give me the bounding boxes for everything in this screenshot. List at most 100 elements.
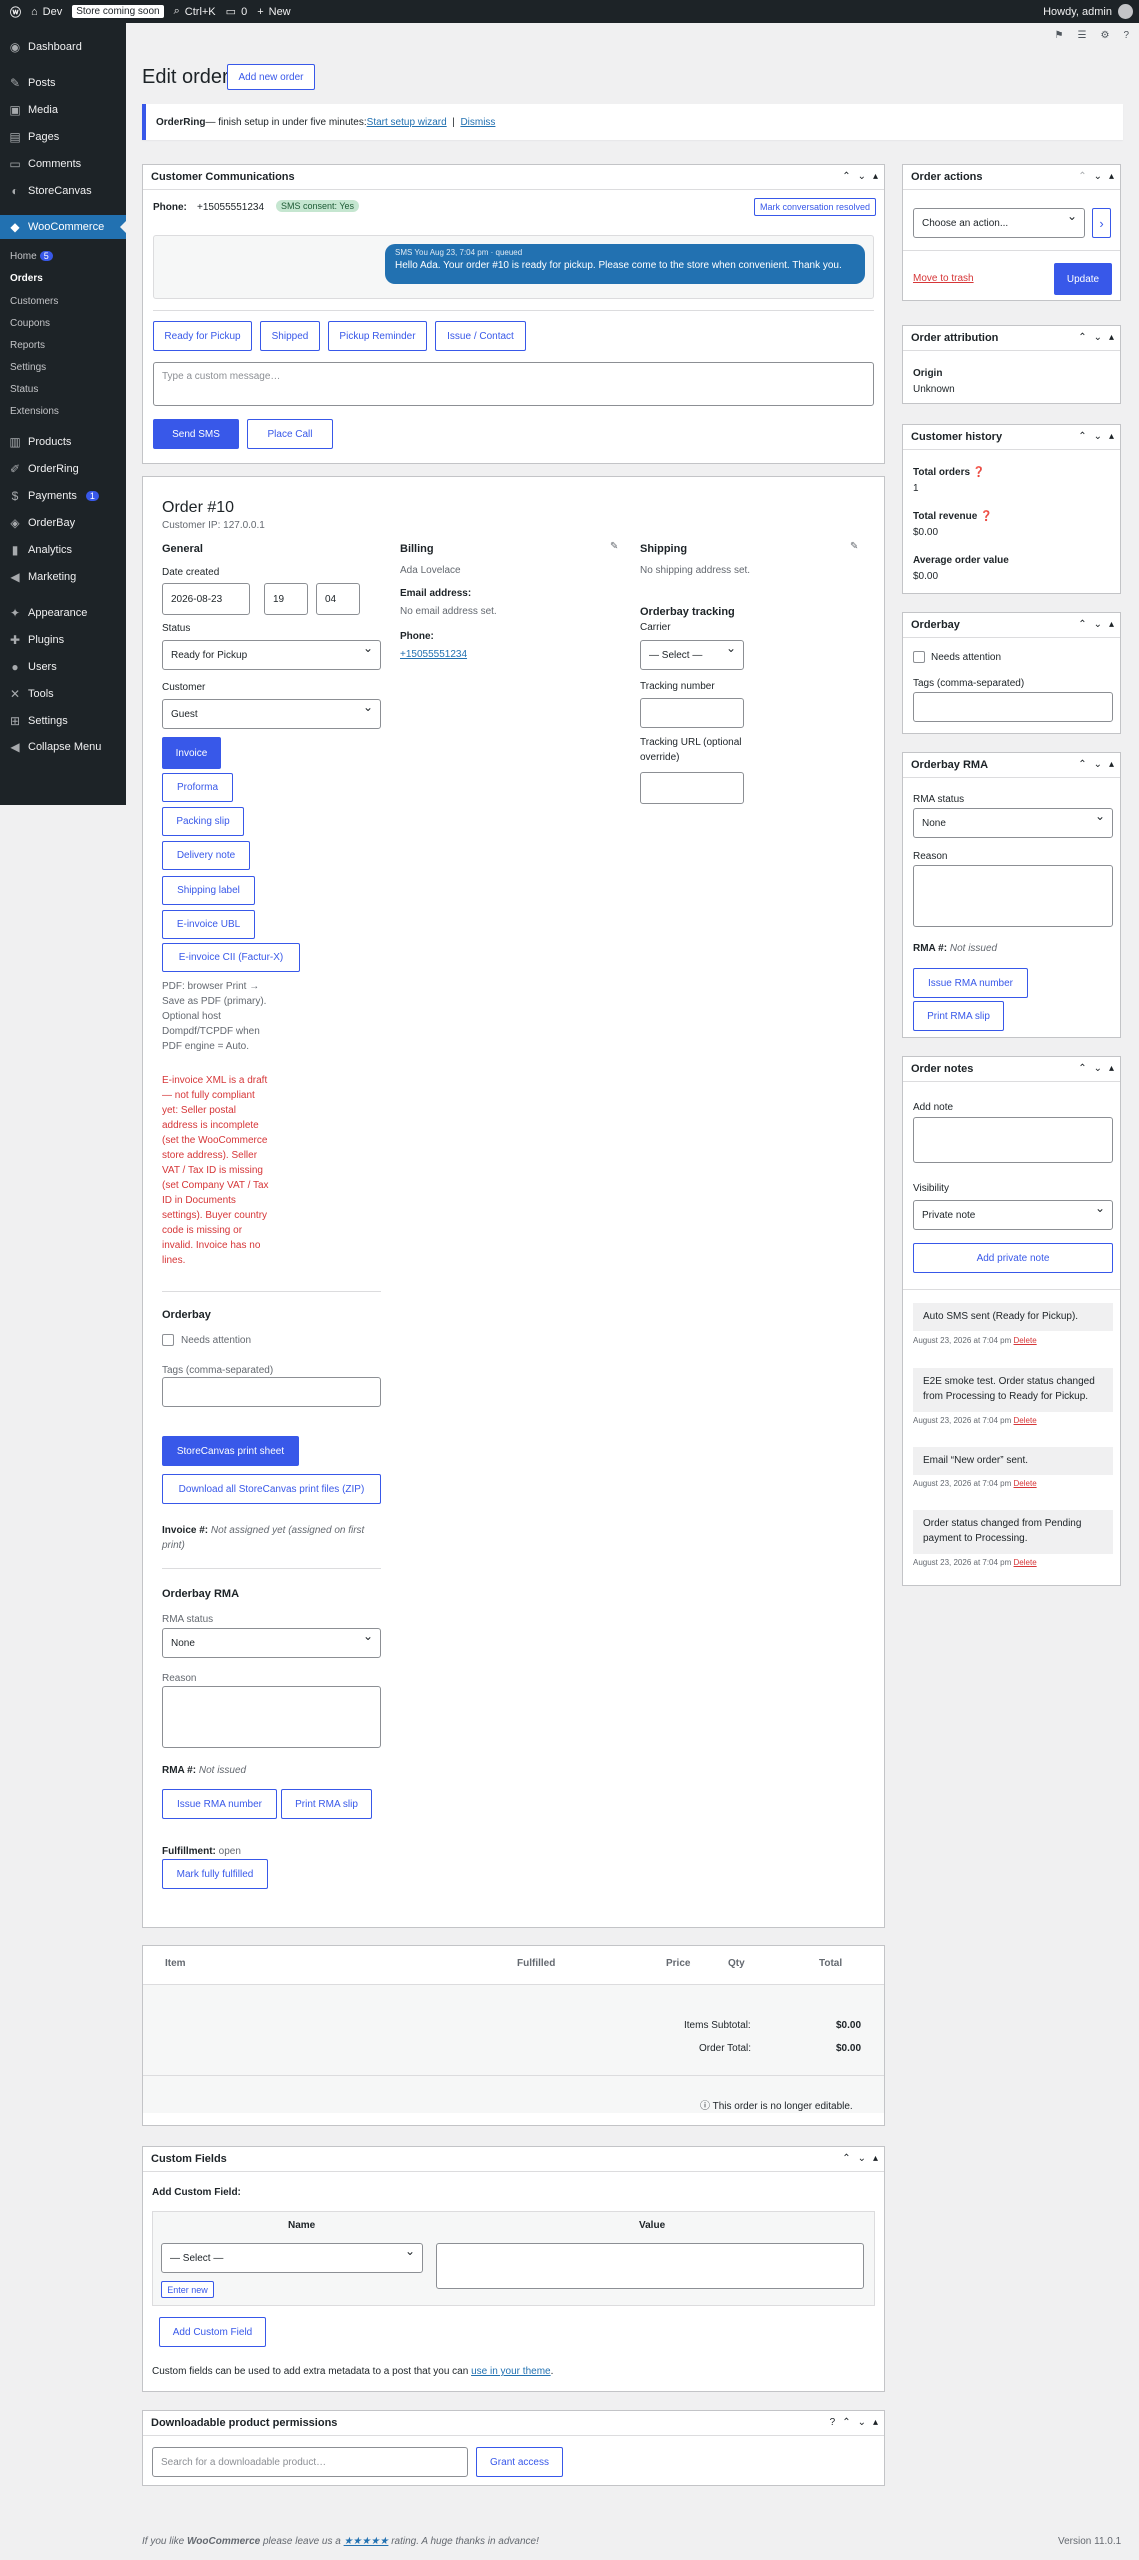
arrow-up-icon[interactable]: ▴ — [1109, 171, 1114, 182]
side-needs-attention-checkbox[interactable] — [913, 651, 925, 663]
rma-status-select[interactable]: None — [162, 1628, 381, 1658]
side-print-rma-button[interactable]: Print RMA slip — [913, 1001, 1004, 1031]
grant-access-button[interactable]: Grant access — [476, 2447, 563, 2477]
command-palette[interactable]: ⌕ Ctrl+K — [174, 5, 216, 18]
resolve-conversation-button[interactable]: Mark conversation resolved — [754, 198, 876, 216]
download-zip-button[interactable]: Download all StoreCanvas print files (ZI… — [162, 1474, 381, 1504]
chevron-up-icon[interactable]: ⌃ — [1078, 619, 1086, 630]
menu-woocommerce[interactable]: ◆ WooCommerce — [0, 215, 126, 239]
issue-rma-button[interactable]: Issue RMA number — [162, 1789, 277, 1819]
wordpress-logo-icon[interactable]: ⓦ — [10, 4, 21, 20]
visibility-select[interactable]: Private note — [913, 1200, 1113, 1230]
arrow-up-icon[interactable]: ▴ — [1109, 759, 1114, 770]
shipping-label-button[interactable]: Shipping label — [162, 876, 255, 905]
chevron-down-icon[interactable]: ⌄ — [1094, 171, 1102, 182]
submenu-orders[interactable]: Orders — [10, 273, 43, 284]
delete-note-link[interactable]: Delete — [1014, 1416, 1037, 1425]
apply-action-button[interactable]: › — [1092, 208, 1111, 238]
custom-message-textarea[interactable]: Type a custom message… — [153, 362, 874, 406]
submenu-home[interactable]: Home 5 — [10, 251, 53, 262]
comments-link[interactable]: ▭ 0 — [226, 5, 248, 19]
invoice-button[interactable]: Invoice — [162, 737, 221, 769]
gear-icon[interactable]: ⚙ — [1100, 30, 1109, 41]
minute-input[interactable]: 04 — [316, 583, 360, 615]
chevron-up-icon[interactable]: ⌃ — [842, 171, 850, 182]
chevron-down-icon[interactable]: ⌄ — [1094, 431, 1102, 442]
update-button[interactable]: Update — [1054, 263, 1112, 295]
chevron-up-icon[interactable]: ⌃ — [1078, 759, 1086, 770]
arrow-up-icon[interactable]: ▴ — [1109, 619, 1114, 630]
menu-comments[interactable]: ▭ Comments — [0, 152, 126, 176]
rating-stars-link[interactable]: ★★★★★ — [344, 2536, 389, 2547]
add-new-order-button[interactable]: Add new order — [227, 64, 315, 90]
note-textarea[interactable] — [913, 1117, 1113, 1163]
quick-shipped-button[interactable]: Shipped — [260, 321, 320, 351]
chevron-down-icon[interactable]: ⌄ — [858, 2417, 866, 2428]
menu-posts[interactable]: ✎ Posts — [0, 71, 126, 95]
help-icon[interactable]: ? — [830, 2417, 836, 2428]
tracking-number-input[interactable] — [640, 698, 744, 728]
setup-wizard-link[interactable]: Start setup wizard — [367, 117, 447, 128]
proforma-button[interactable]: Proforma — [162, 773, 233, 802]
chevron-up-icon[interactable]: ⌃ — [1078, 332, 1086, 343]
delete-note-link[interactable]: Delete — [1014, 1558, 1037, 1567]
submenu-customers[interactable]: Customers — [10, 296, 58, 307]
chevron-down-icon[interactable]: ⌄ — [1094, 759, 1102, 770]
side-tags-input[interactable] — [913, 692, 1113, 722]
chevron-up-icon[interactable]: ⌃ — [1078, 1063, 1086, 1074]
quick-ready-for-pickup-button[interactable]: Ready for Pickup — [153, 321, 252, 351]
arrow-up-icon[interactable]: ▴ — [1109, 1063, 1114, 1074]
dismiss-link[interactable]: Dismiss — [460, 117, 495, 128]
activity-icon[interactable]: ☰ — [1078, 30, 1087, 41]
add-custom-field-button[interactable]: Add Custom Field — [159, 2317, 266, 2347]
date-input[interactable]: 2026-08-23 — [162, 583, 250, 615]
place-call-button[interactable]: Place Call — [247, 419, 333, 449]
collapse-menu[interactable]: ◀ Collapse Menu — [0, 735, 126, 759]
hour-input[interactable]: 19 — [264, 583, 308, 615]
side-issue-rma-button[interactable]: Issue RMA number — [913, 968, 1028, 998]
delete-note-link[interactable]: Delete — [1014, 1336, 1037, 1345]
quick-pickup-reminder-button[interactable]: Pickup Reminder — [328, 321, 427, 351]
send-sms-button[interactable]: Send SMS — [153, 419, 239, 449]
menu-pages[interactable]: ▤ Pages — [0, 125, 126, 149]
chevron-down-icon[interactable]: ⌄ — [858, 2153, 866, 2164]
quick-issue-contact-button[interactable]: Issue / Contact — [435, 321, 526, 351]
carrier-select[interactable]: — Select — — [640, 640, 744, 670]
customer-select[interactable]: Guest — [162, 699, 381, 729]
delete-note-link[interactable]: Delete — [1014, 1479, 1037, 1488]
tags-input[interactable] — [162, 1377, 381, 1407]
chevron-up-icon[interactable]: ⌃ — [1078, 171, 1086, 182]
chevron-up-icon[interactable]: ⌃ — [842, 2417, 850, 2428]
chevron-down-icon[interactable]: ⌄ — [858, 171, 866, 182]
menu-appearance[interactable]: ✦ Appearance — [0, 601, 126, 625]
arrow-up-icon[interactable]: ▴ — [873, 171, 878, 182]
meta-key-select[interactable]: — Select — — [161, 2243, 423, 2273]
submenu-coupons[interactable]: Coupons — [10, 318, 50, 329]
print-sheet-button[interactable]: StoreCanvas print sheet — [162, 1436, 299, 1466]
menu-orderbay[interactable]: ◈ OrderBay — [0, 511, 126, 535]
arrow-up-icon[interactable]: ▴ — [873, 2417, 878, 2428]
chevron-up-icon[interactable]: ⌃ — [1078, 431, 1086, 442]
print-rma-button[interactable]: Print RMA slip — [281, 1789, 372, 1819]
status-select[interactable]: Ready for Pickup — [162, 640, 381, 670]
menu-marketing[interactable]: ◀ Marketing — [0, 565, 126, 589]
submenu-status[interactable]: Status — [10, 384, 38, 395]
flag-icon[interactable]: ⚑ — [1055, 30, 1064, 41]
menu-storecanvas[interactable]: ◐ StoreCanvas — [0, 179, 126, 203]
needs-attention-checkbox[interactable] — [162, 1334, 174, 1346]
billing-phone-link[interactable]: +15055551234 — [400, 649, 467, 660]
enter-new-button[interactable]: Enter new — [161, 2281, 214, 2298]
delivery-note-button[interactable]: Delivery note — [162, 841, 250, 870]
packing-slip-button[interactable]: Packing slip — [162, 807, 244, 836]
menu-products[interactable]: ▥ Products — [0, 430, 126, 454]
menu-plugins[interactable]: ✚ Plugins — [0, 628, 126, 652]
use-in-theme-link[interactable]: use in your theme — [471, 2366, 551, 2377]
menu-payments[interactable]: $ Payments 1 — [0, 484, 126, 508]
menu-media[interactable]: ▣ Media — [0, 98, 126, 122]
site-link[interactable]: ⌂ Dev — [31, 6, 62, 18]
reason-textarea[interactable] — [162, 1686, 381, 1748]
download-search-input[interactable]: Search for a downloadable product… — [152, 2447, 468, 2477]
chevron-down-icon[interactable]: ⌄ — [1094, 332, 1102, 343]
edit-shipping-icon[interactable]: ✎ — [850, 541, 858, 552]
chevron-down-icon[interactable]: ⌄ — [1094, 1063, 1102, 1074]
